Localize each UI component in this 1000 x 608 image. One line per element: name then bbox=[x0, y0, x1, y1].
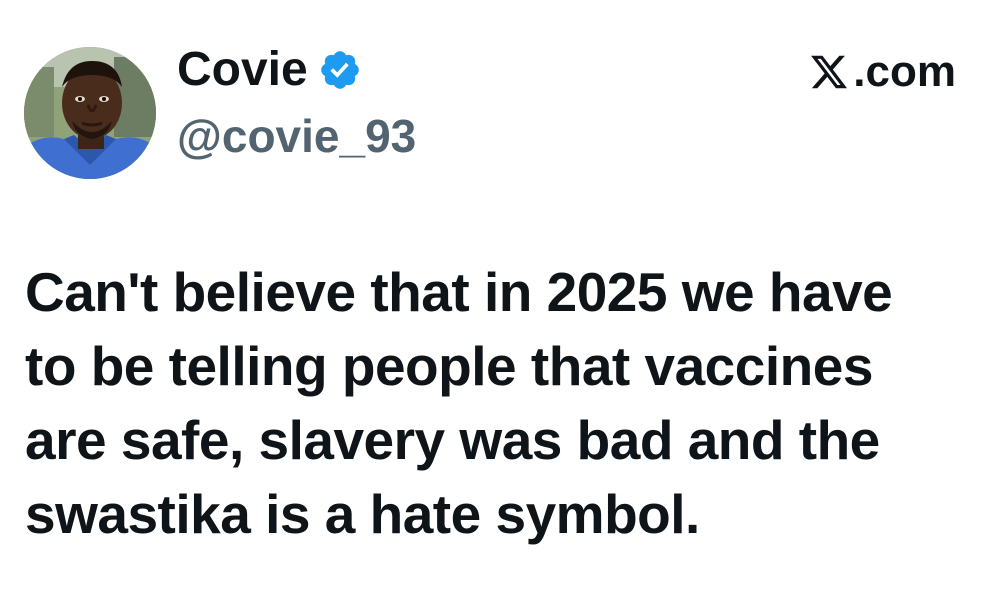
tweet-text: Can't believe that in 2025 we have to be… bbox=[25, 255, 975, 551]
tweet-card: Covie @covie_93 .com Can't believe that … bbox=[0, 0, 1000, 608]
brand-domain: .com bbox=[809, 50, 956, 94]
avatar-photo bbox=[24, 47, 156, 179]
avatar[interactable] bbox=[24, 47, 156, 179]
tweet-line: swastika is a hate symbol. bbox=[25, 483, 700, 545]
brand-domain-text: .com bbox=[853, 47, 956, 96]
author-display-name[interactable]: Covie bbox=[177, 46, 308, 94]
tweet-line: Can't believe that in 2025 we have bbox=[25, 261, 893, 323]
tweet-line: are safe, slavery was bad and the bbox=[25, 409, 880, 471]
x-logo-icon bbox=[809, 52, 849, 92]
author-handle[interactable]: @covie_93 bbox=[177, 113, 416, 159]
tweet-line: to be telling people that vaccines bbox=[25, 335, 873, 397]
verified-badge-icon bbox=[318, 48, 362, 92]
author-name-row: Covie bbox=[177, 40, 362, 100]
